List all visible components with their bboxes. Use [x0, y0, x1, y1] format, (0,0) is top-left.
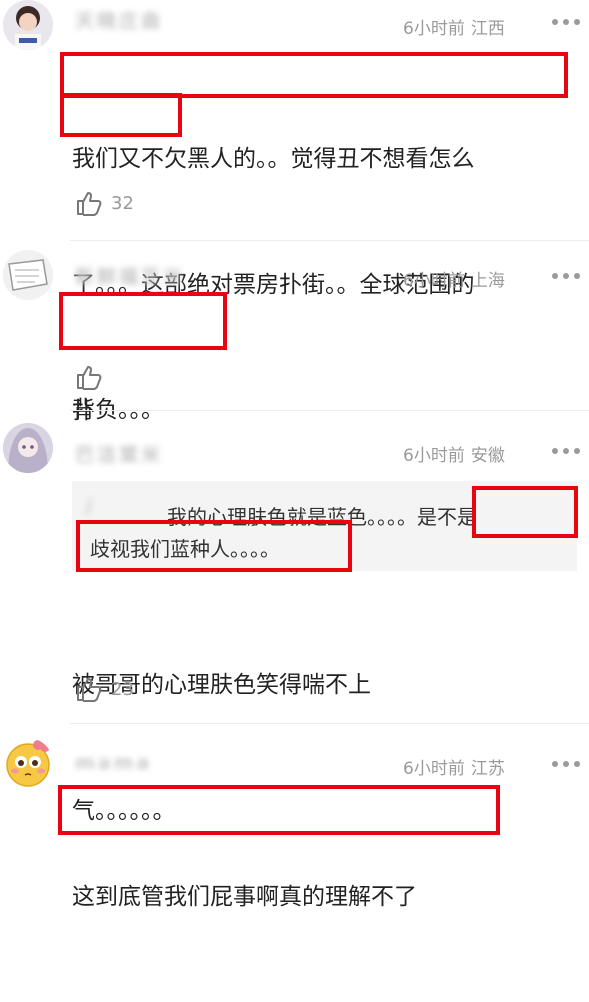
username[interactable]: 巴洁棠米: [75, 440, 163, 467]
thumbs-up-icon: [77, 366, 102, 390]
comment-time: 6小时前: [403, 19, 465, 39]
divider: [70, 410, 589, 411]
comment-time: 6小时前: [403, 759, 465, 779]
comment-location: 安徽: [470, 446, 505, 466]
comment-line: 我们又不欠黑人的。。觉得丑不想看怎么: [72, 146, 475, 172]
like-button[interactable]: 23: [75, 673, 134, 705]
like-button[interactable]: 32: [75, 187, 134, 219]
comment-location: 上海: [470, 271, 505, 291]
quote-line: 歧视我们蓝种人。。。。: [90, 537, 280, 561]
comment-meta: 6小时前 上海: [403, 266, 511, 291]
quote-author: 丿: [80, 497, 98, 518]
comment-location: 江苏: [470, 759, 505, 779]
avatar[interactable]: [3, 250, 53, 300]
thumbs-up-icon: [77, 678, 102, 702]
comment-line: 这到底管我们屁事啊真的理解不了: [72, 884, 417, 910]
like-button[interactable]: [75, 361, 103, 393]
divider: [70, 240, 589, 241]
more-dots-icon[interactable]: [552, 270, 580, 282]
comment-time: 6小时前: [403, 271, 465, 291]
thumbs-up-icon: [77, 192, 102, 216]
like-count: 32: [111, 192, 134, 214]
avatar[interactable]: [3, 423, 53, 473]
comment-time: 6小时前: [403, 446, 465, 466]
like-count: 23: [111, 678, 134, 700]
quote-line: 我的心理肤色就是蓝色。。。。是不是: [167, 505, 477, 529]
username[interactable]: 新鲜福豆米: [75, 262, 185, 289]
more-dots-icon[interactable]: [552, 445, 580, 457]
username[interactable]: mama: [75, 752, 152, 774]
divider: [70, 723, 589, 724]
quoted-reply[interactable]: 丿 我的心理肤色就是蓝色。。。。是不是 歧视我们蓝种人。。。。: [72, 481, 577, 571]
comment-meta: 6小时前 江苏: [403, 754, 511, 779]
comment-meta: 6小时前 江西: [403, 14, 511, 39]
comment-body: 这到底管我们屁事啊真的理解不了: [72, 792, 417, 1002]
comment-meta: 6小时前 安徽: [403, 441, 511, 466]
comment-location: 江西: [470, 19, 505, 39]
avatar[interactable]: [3, 738, 53, 788]
more-dots-icon[interactable]: [552, 758, 580, 770]
avatar[interactable]: [3, 0, 53, 50]
username[interactable]: 天晓庄曲: [75, 6, 163, 33]
more-dots-icon[interactable]: [552, 16, 580, 28]
